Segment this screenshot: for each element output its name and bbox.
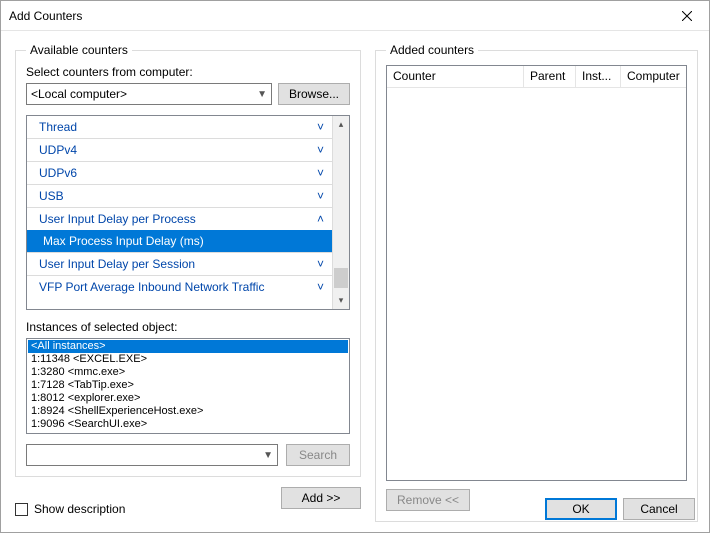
counter-item[interactable]: VFP Port Average Inbound Network Traffic… xyxy=(27,276,332,298)
counter-item[interactable]: USB˅ xyxy=(27,185,332,207)
checkbox-icon xyxy=(15,503,28,516)
instance-item[interactable]: 1:3280 <mmc.exe> xyxy=(28,366,348,379)
chevron-down-icon: ▼ xyxy=(263,450,273,461)
instance-item[interactable]: 1:7128 <TabTip.exe> xyxy=(28,379,348,392)
add-counters-dialog: Add Counters Available counters Select c… xyxy=(0,0,710,533)
col-instance[interactable]: Inst... xyxy=(576,66,621,88)
chevron-down-icon: ˅ xyxy=(317,143,324,157)
search-button[interactable]: Search xyxy=(286,444,350,466)
added-table-header: Counter Parent Inst... Computer xyxy=(387,66,686,88)
chevron-down-icon: ˅ xyxy=(317,166,324,180)
added-counters-group: Added counters Counter Parent Inst... Co… xyxy=(375,43,698,522)
chevron-down-icon: ▼ xyxy=(257,89,267,100)
instance-item[interactable]: 1:11348 <EXCEL.EXE> xyxy=(28,353,348,366)
counter-item-label: VFP Port Average Inbound Network Traffic xyxy=(39,280,317,294)
counter-item-label: User Input Delay per Session xyxy=(39,257,317,271)
show-description-label: Show description xyxy=(34,502,125,516)
col-computer[interactable]: Computer xyxy=(621,66,686,88)
chevron-up-icon: ˄ xyxy=(317,212,324,226)
counter-item-label: USB xyxy=(39,189,317,203)
show-description-checkbox[interactable]: Show description xyxy=(15,502,125,516)
counter-item[interactable]: User Input Delay per Session˅ xyxy=(27,253,332,275)
close-button[interactable] xyxy=(664,1,709,30)
instances-list[interactable]: <All instances>1:11348 <EXCEL.EXE>1:3280… xyxy=(26,338,350,434)
counter-item[interactable]: UDPv4˅ xyxy=(27,139,332,161)
col-parent[interactable]: Parent xyxy=(524,66,576,88)
chevron-down-icon: ˅ xyxy=(317,280,324,294)
instance-item[interactable]: 1:8924 <ShellExperienceHost.exe> xyxy=(28,405,348,418)
counter-item-label: UDPv4 xyxy=(39,143,317,157)
instance-item[interactable]: <All instances> xyxy=(28,340,348,353)
scroll-up-icon[interactable]: ▴ xyxy=(333,116,349,133)
counter-item-label: Thread xyxy=(39,120,317,134)
instance-search-combo[interactable]: ▼ xyxy=(26,444,278,466)
chevron-down-icon: ˅ xyxy=(317,189,324,203)
added-table: Counter Parent Inst... Computer xyxy=(386,65,687,481)
counter-item-child[interactable]: Max Process Input Delay (ms) xyxy=(27,230,332,252)
cancel-button[interactable]: Cancel xyxy=(623,498,695,520)
window-title: Add Counters xyxy=(9,9,664,23)
scroll-down-icon[interactable]: ▾ xyxy=(333,292,349,309)
instances-label: Instances of selected object: xyxy=(26,320,350,334)
scroll-thumb[interactable] xyxy=(334,268,348,288)
browse-button[interactable]: Browse... xyxy=(278,83,350,105)
counters-list-pane: Thread˅UDPv4˅UDPv6˅USB˅User Input Delay … xyxy=(26,115,350,310)
counter-item[interactable]: User Input Delay per Process˄ xyxy=(27,208,332,230)
chevron-down-icon: ˅ xyxy=(317,257,324,271)
select-computer-label: Select counters from computer: xyxy=(26,65,350,79)
ok-button[interactable]: OK xyxy=(545,498,617,520)
close-icon xyxy=(682,11,692,21)
instance-item[interactable]: 1:9096 <SearchUI.exe> xyxy=(28,418,348,431)
computer-combo[interactable]: <Local computer> ▼ xyxy=(26,83,272,105)
chevron-down-icon: ˅ xyxy=(317,120,324,134)
available-legend: Available counters xyxy=(26,43,132,57)
computer-combo-value: <Local computer> xyxy=(31,87,257,101)
counter-item-label: Max Process Input Delay (ms) xyxy=(43,234,324,248)
titlebar: Add Counters xyxy=(1,1,709,31)
added-legend: Added counters xyxy=(386,43,478,57)
counter-item[interactable]: UDPv6˅ xyxy=(27,162,332,184)
instance-item[interactable]: 1:8012 <explorer.exe> xyxy=(28,392,348,405)
counter-item-label: User Input Delay per Process xyxy=(39,212,317,226)
counter-item[interactable]: Thread˅ xyxy=(27,116,332,138)
counter-item-label: UDPv6 xyxy=(39,166,317,180)
counters-scrollbar[interactable]: ▴ ▾ xyxy=(332,116,349,309)
counters-list[interactable]: Thread˅UDPv4˅UDPv6˅USB˅User Input Delay … xyxy=(27,116,332,309)
col-counter[interactable]: Counter xyxy=(387,66,524,88)
available-counters-group: Available counters Select counters from … xyxy=(15,43,361,477)
